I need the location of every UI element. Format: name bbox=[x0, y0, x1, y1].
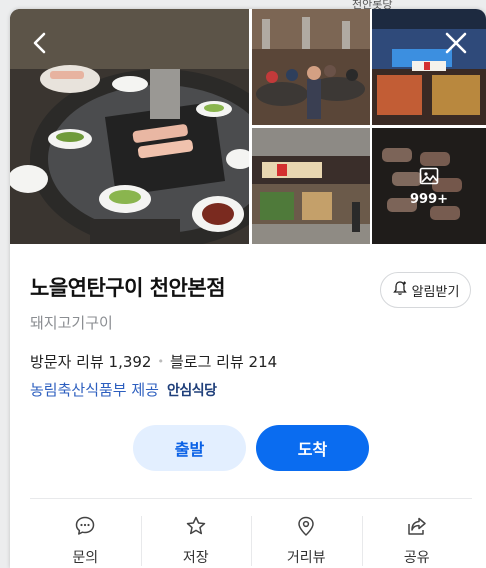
place-category: 돼지고기구이 bbox=[30, 314, 113, 332]
share-icon bbox=[405, 514, 429, 538]
safe-restaurant-badge: 안심식당 bbox=[166, 382, 217, 399]
street-view-label: 거리뷰 bbox=[286, 550, 326, 566]
chat-icon bbox=[73, 514, 97, 538]
alarm-button-label: 알림받기 bbox=[411, 284, 460, 300]
location-pin-icon bbox=[294, 514, 318, 538]
more-photos-overlay[interactable]: 999+ bbox=[372, 128, 486, 244]
photo-building[interactable] bbox=[252, 128, 370, 244]
arrive-button[interactable]: 도착 bbox=[256, 425, 369, 471]
visitor-review-count[interactable]: 방문자 리뷰 1,392 bbox=[30, 351, 151, 372]
inquiry-action[interactable]: 문의 bbox=[30, 506, 141, 568]
photo-gallery: 999+ bbox=[10, 9, 486, 244]
star-icon bbox=[184, 514, 208, 538]
save-label: 저장 bbox=[182, 550, 209, 566]
back-button[interactable] bbox=[22, 27, 58, 63]
action-bar: 문의 저장 거리뷰 공유 bbox=[30, 506, 472, 568]
place-title: 노을연탄구이 천안본점 bbox=[30, 276, 226, 300]
inquiry-label: 문의 bbox=[72, 550, 99, 566]
divider bbox=[30, 498, 472, 499]
bell-plus-icon bbox=[392, 280, 408, 300]
share-action[interactable]: 공유 bbox=[361, 506, 473, 568]
chevron-left-icon bbox=[30, 31, 50, 59]
provider-row: 농림축산식품부 제공 안심식당 bbox=[30, 379, 217, 400]
alarm-button[interactable]: 알림받기 bbox=[380, 272, 471, 308]
provider-link[interactable]: 농림축산식품부 제공 bbox=[30, 379, 159, 400]
photo-more[interactable]: 999+ bbox=[372, 128, 486, 244]
image-icon bbox=[419, 166, 439, 186]
more-photos-count: 999+ bbox=[409, 191, 449, 207]
review-stats: 방문자 리뷰 1,392 • 블로그 리뷰 214 bbox=[30, 351, 277, 372]
photo-interior[interactable] bbox=[252, 9, 370, 125]
place-detail-sheet: 999+ 노을연탄구이 천안본점 알림받기 돼지고기구이 방문자 리뷰 1,39… bbox=[10, 9, 486, 568]
share-label: 공유 bbox=[403, 550, 430, 566]
close-icon bbox=[444, 31, 468, 59]
separator-dot: • bbox=[157, 355, 164, 368]
save-action[interactable]: 저장 bbox=[140, 506, 252, 568]
blog-review-count[interactable]: 블로그 리뷰 214 bbox=[170, 351, 277, 372]
depart-button[interactable]: 출발 bbox=[133, 425, 246, 471]
street-view-action[interactable]: 거리뷰 bbox=[251, 506, 362, 568]
place-info: 노을연탄구이 천안본점 알림받기 돼지고기구이 방문자 리뷰 1,392 • 블… bbox=[10, 244, 486, 568]
close-button[interactable] bbox=[438, 27, 474, 63]
